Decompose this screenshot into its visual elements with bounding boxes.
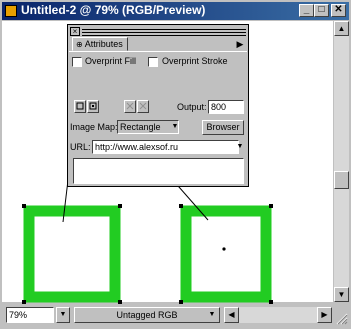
center-point-icon <box>89 102 97 110</box>
image-map-label: Image Map: <box>70 122 118 132</box>
output-field[interactable]: 800 <box>208 100 244 114</box>
grayed-icon <box>139 102 147 110</box>
overprint-fill-checkbox[interactable] <box>72 57 82 67</box>
palette-title-bar[interactable] <box>82 27 246 36</box>
tab-icon: ⊕ <box>76 40 83 49</box>
rectangle-object-left <box>23 205 121 303</box>
tab-attributes[interactable]: ⊕ Attributes <box>72 37 128 51</box>
selection-handle <box>22 300 26 304</box>
output-label: Output: <box>177 102 207 112</box>
selection-handle <box>22 204 26 208</box>
selection-handle <box>179 204 183 208</box>
disabled-option-button-1[interactable] <box>124 100 136 113</box>
center-point-button[interactable] <box>87 100 99 113</box>
notes-text-area[interactable] <box>73 158 244 184</box>
overprint-stroke-label: Overprint Stroke <box>162 56 228 66</box>
palette-body: Overprint Fill Overprint Stroke Output: … <box>69 51 247 187</box>
tab-attributes-label: Attributes <box>84 39 123 49</box>
palette-close-icon[interactable]: × <box>70 27 80 36</box>
rectangle-object-right <box>180 205 272 303</box>
selection-handle <box>179 300 183 304</box>
url-dropdown-icon[interactable]: ▼ <box>235 141 245 153</box>
attributes-palette: × ⊕ Attributes ▶ Overprint Fill Overprin… <box>67 24 249 187</box>
url-label: URL: <box>70 142 91 152</box>
overprint-fill-label: Overprint Fill <box>85 56 137 66</box>
selection-handle <box>118 300 122 304</box>
palette-menu-icon[interactable]: ▶ <box>234 38 246 50</box>
disabled-option-button-2[interactable] <box>137 100 149 113</box>
grayed-icon <box>126 102 134 110</box>
selection-handle <box>269 300 273 304</box>
browser-button[interactable]: Browser <box>202 120 244 135</box>
overprint-stroke-checkbox[interactable] <box>148 57 158 67</box>
selection-handle <box>269 204 273 208</box>
selection-handle <box>118 204 122 208</box>
document-window: Untitled-2 @ 79% (RGB/Preview) _ □ ✕ ▲ ▼… <box>0 0 351 329</box>
center-point <box>222 247 226 251</box>
image-map-dropdown-icon[interactable]: ▼ <box>170 121 180 133</box>
reverse-path-button[interactable] <box>74 100 86 113</box>
reverse-path-icon <box>76 102 84 110</box>
url-field[interactable]: http://www.alexsof.ru <box>92 140 239 154</box>
